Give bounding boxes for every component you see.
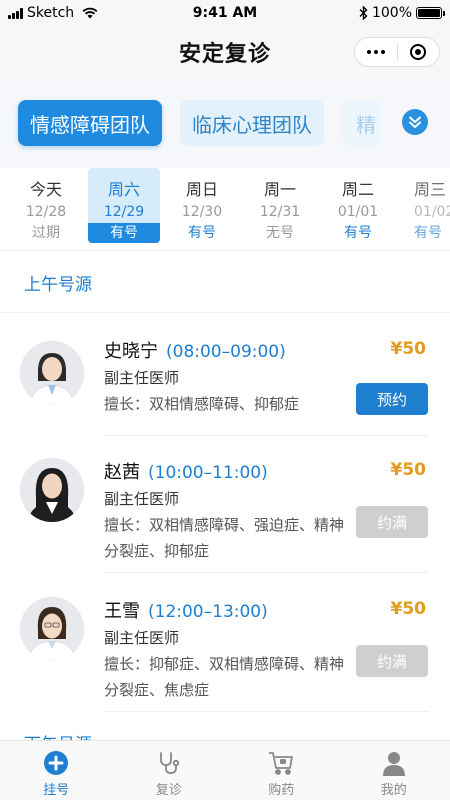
doctor-name: 史晓宁 [104,341,158,362]
date-value: 12/29 [103,204,145,220]
battery-percent: 100% [371,5,412,21]
expand-teams-button[interactable] [402,109,428,135]
battery-icon [416,7,445,19]
date-day: 今天 [29,180,62,199]
row-divider [104,711,428,712]
doctor-price: ¥50 [390,460,427,480]
doctor-price: ¥50 [390,339,427,359]
close-target-icon[interactable] [398,44,440,60]
main-content: 情感障碍团队 临床心理团队 精 今天 12/28 过期 周六 12/29 有号 … [0,78,450,740]
doctor-title: 副主任医师 [104,490,180,508]
cart-icon [225,749,338,777]
doctor-name-line: 史晓宁 (08:00–09:00) [104,337,286,363]
book-button[interactable]: 预约 [356,383,428,415]
book-button-full[interactable]: 约满 [356,506,428,538]
date-item[interactable]: 周一 12/31 无号 [244,168,316,241]
date-item[interactable]: 周日 12/30 有号 [166,168,238,241]
doctor-avatar [20,597,84,661]
tab-mine[interactable]: 我的 [338,741,450,800]
tab-label: 复诊 [155,783,182,798]
tab-revisit[interactable]: 复诊 [113,741,226,800]
book-button-full[interactable]: 约满 [356,645,428,677]
tab-register[interactable]: 挂号 [0,741,113,800]
stethoscope-icon [113,749,226,777]
date-value: 12/31 [259,204,301,220]
team-tab-clinical-psych[interactable]: 临床心理团队 [180,100,324,146]
date-item[interactable]: 周二 01/01 有号 [322,168,394,241]
date-item-partial[interactable]: 周三 01/02 有号 [400,168,450,240]
plus-circle-icon [0,749,113,777]
doctor-card[interactable]: 史晓宁 (08:00–09:00) 副主任医师 擅长：双相情感障碍、抑郁症 ¥50… [0,313,450,435]
more-icon[interactable] [355,50,397,54]
nav-bar: 安定复诊 [0,26,450,78]
doctor-time: (10:00–11:00) [148,463,268,483]
doctor-title: 副主任医师 [104,369,180,387]
afternoon-section-title: 下午号源 [24,730,92,740]
team-tabs: 情感障碍团队 临床心理团队 精 [0,78,450,168]
doctor-avatar [20,458,84,522]
date-selector: 今天 12/28 过期 周六 12/29 有号 周日 12/30 有号 周一 1… [0,168,450,250]
tab-label: 挂号 [43,783,70,798]
date-day: 周二 [341,180,374,199]
date-status: 有号 [414,225,442,240]
date-value: 12/30 [181,204,223,220]
date-status: 有号 [344,225,372,241]
date-day: 周三 [414,180,447,199]
date-status: 有号 [88,223,160,243]
double-chevron-down-icon [409,116,421,128]
date-value: 01/02 [414,204,450,220]
doctor-card[interactable]: 王雪 (12:00–13:00) 副主任医师 擅长：抑郁症、双相情感障碍、精神分裂… [0,573,450,711]
miniprogram-capsule [354,37,440,67]
doctor-avatar [20,341,84,405]
doctor-specialty: 擅长：双相情感障碍、抑郁症 [104,395,300,413]
user-icon [338,749,450,777]
date-status: 有号 [188,225,216,241]
doctor-card[interactable]: 赵茜 (10:00–11:00) 副主任医师 擅长：双相情感障碍、强迫症、精神分裂… [0,436,450,572]
status-bar: Sketch 9:41 AM 100% [0,0,450,26]
doctor-name: 赵茜 [104,462,140,483]
date-item-selected[interactable]: 周六 12/29 有号 [88,168,160,243]
doctor-specialty: 擅长：双相情感障碍、强迫症、精神分裂症、抑郁症 [104,516,345,560]
doctor-time: (08:00–09:00) [166,342,286,362]
date-value: 01/01 [337,204,379,220]
tab-label: 购药 [268,783,295,798]
bluetooth-icon [359,6,368,20]
team-tab-affective[interactable]: 情感障碍团队 [18,100,162,146]
doctor-time: (12:00–13:00) [148,602,268,622]
date-status: 过期 [32,225,60,241]
date-day: 周日 [185,180,218,199]
date-day: 周六 [107,180,140,199]
date-item[interactable]: 今天 12/28 过期 [10,168,82,241]
status-right: 100% [359,5,445,21]
date-value: 12/28 [25,204,67,220]
doctor-title: 副主任医师 [104,629,180,647]
tab-bar: 挂号 复诊 购药 我的 [0,740,450,800]
doctor-name-line: 赵茜 (10:00–11:00) [104,458,268,484]
divider [0,250,450,251]
tab-label: 我的 [380,783,407,798]
team-tab-partial[interactable]: 精 [342,100,382,146]
doctor-name: 王雪 [104,601,140,622]
doctor-specialty: 擅长：抑郁症、双相情感障碍、精神分裂症、焦虑症 [104,655,345,699]
tab-buy-medicine[interactable]: 购药 [225,741,338,800]
doctor-price: ¥50 [390,599,427,619]
date-day: 周一 [263,180,296,199]
morning-section-title: 上午号源 [24,275,92,295]
doctor-name-line: 王雪 (12:00–13:00) [104,597,268,623]
date-status: 无号 [266,225,294,241]
